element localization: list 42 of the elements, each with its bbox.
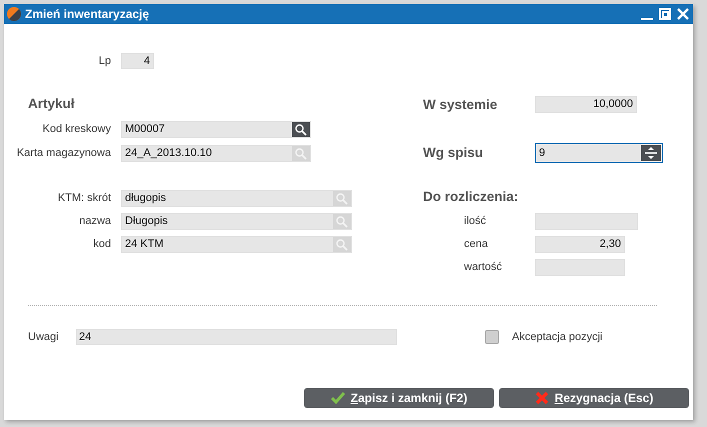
field-label: kod bbox=[92, 237, 112, 252]
field-label: wartość bbox=[463, 260, 503, 276]
checkbox-label: Akceptacja pozycji bbox=[512, 330, 602, 345]
notes-field[interactable]: 24 bbox=[76, 329, 397, 345]
amount-field: 2,30 bbox=[535, 236, 625, 253]
field-label: cena bbox=[463, 237, 489, 252]
lookup-field[interactable]: 24 KTM bbox=[121, 236, 352, 253]
spinner-button[interactable] bbox=[641, 145, 661, 161]
field-label: Uwagi bbox=[27, 330, 60, 345]
lp-field[interactable]: 4 bbox=[121, 53, 154, 69]
check-icon bbox=[330, 392, 345, 404]
lookup-field[interactable]: długopis bbox=[121, 190, 352, 207]
save-button[interactable]: Zapisz i zamknij (F2) bbox=[304, 388, 494, 408]
section-heading: Artykuł bbox=[27, 96, 75, 112]
search-button[interactable] bbox=[292, 122, 310, 137]
number-field[interactable]: 9 bbox=[535, 143, 663, 163]
quantity-field: 10,0000 bbox=[535, 96, 637, 113]
close-icon[interactable] bbox=[677, 8, 689, 20]
search-icon bbox=[295, 124, 307, 136]
field-label: Karta magazynowa bbox=[16, 146, 112, 162]
search-icon bbox=[336, 238, 348, 250]
field-label: nazwa bbox=[78, 214, 112, 230]
lookup-field[interactable]: M00007 bbox=[121, 121, 311, 138]
cancel-icon bbox=[534, 391, 549, 405]
section-heading: W systemie bbox=[423, 96, 498, 112]
checkbox[interactable] bbox=[485, 330, 499, 344]
section-heading: Wg spisu bbox=[423, 145, 484, 161]
field-label: Lp bbox=[98, 54, 112, 69]
field-label: KTM: skrót bbox=[56, 191, 112, 206]
section-heading: Do rozliczenia: bbox=[423, 189, 518, 205]
field-label: Kod kreskowy bbox=[42, 122, 112, 138]
cancel-button[interactable]: Rezygnacja (Esc) bbox=[499, 388, 689, 408]
spinner-icon bbox=[645, 147, 657, 159]
search-icon bbox=[295, 148, 307, 160]
search-icon bbox=[336, 216, 348, 228]
search-icon bbox=[336, 192, 348, 204]
window-title: Zmień inwentaryzację bbox=[25, 6, 150, 23]
app-logo-icon bbox=[7, 7, 21, 21]
restore-icon[interactable] bbox=[659, 8, 671, 20]
lookup-field[interactable]: 24_A_2013.10.10 bbox=[121, 145, 311, 162]
lookup-field[interactable]: Długopis bbox=[121, 213, 352, 230]
field-label: ilość bbox=[463, 214, 488, 230]
